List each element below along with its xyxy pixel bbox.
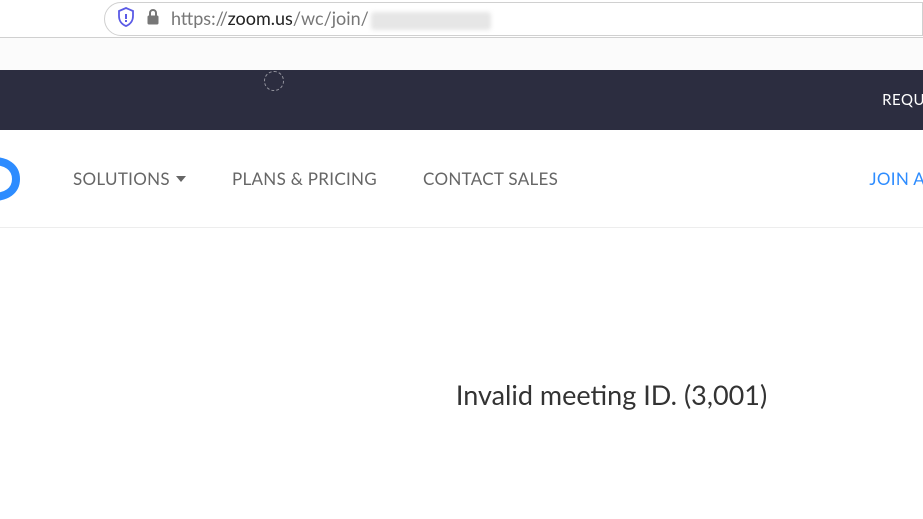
url-host: zoom.us [228,7,293,29]
nav-plans-pricing[interactable]: PLANS & PRICING [232,168,377,189]
chevron-down-icon [176,176,186,182]
nav-pricing-label: PLANS & PRICING [232,168,377,189]
lock-icon [145,8,161,30]
request-demo-link[interactable]: REQU [882,91,923,109]
toolbar-spacer [0,38,923,70]
nav-join-meeting[interactable]: JOIN A [869,168,923,189]
address-bar[interactable]: https://zoom.us/wc/join/ [104,2,923,36]
nav-join-label: JOIN A [869,168,923,189]
url-path: /wc/join/ [293,7,369,29]
top-utility-bar: REQU [0,70,923,130]
nav-solutions[interactable]: SOLUTIONS [73,168,186,189]
dashed-circle-decoration [264,71,284,91]
main-nav: SOLUTIONS PLANS & PRICING CONTACT SALES … [0,130,923,228]
content-area: Invalid meeting ID. (3,001) [0,228,923,411]
url-redacted [371,12,491,30]
zoom-logo-fragment[interactable] [0,151,23,206]
url-scheme: https:// [171,7,228,29]
shield-icon [117,7,135,31]
url-text: https://zoom.us/wc/join/ [171,7,491,29]
nav-solutions-label: SOLUTIONS [73,168,170,189]
nav-contact-sales[interactable]: CONTACT SALES [423,168,558,189]
address-bar-container: https://zoom.us/wc/join/ [0,0,923,38]
nav-contact-label: CONTACT SALES [423,168,558,189]
error-message: Invalid meeting ID. (3,001) [456,378,767,411]
